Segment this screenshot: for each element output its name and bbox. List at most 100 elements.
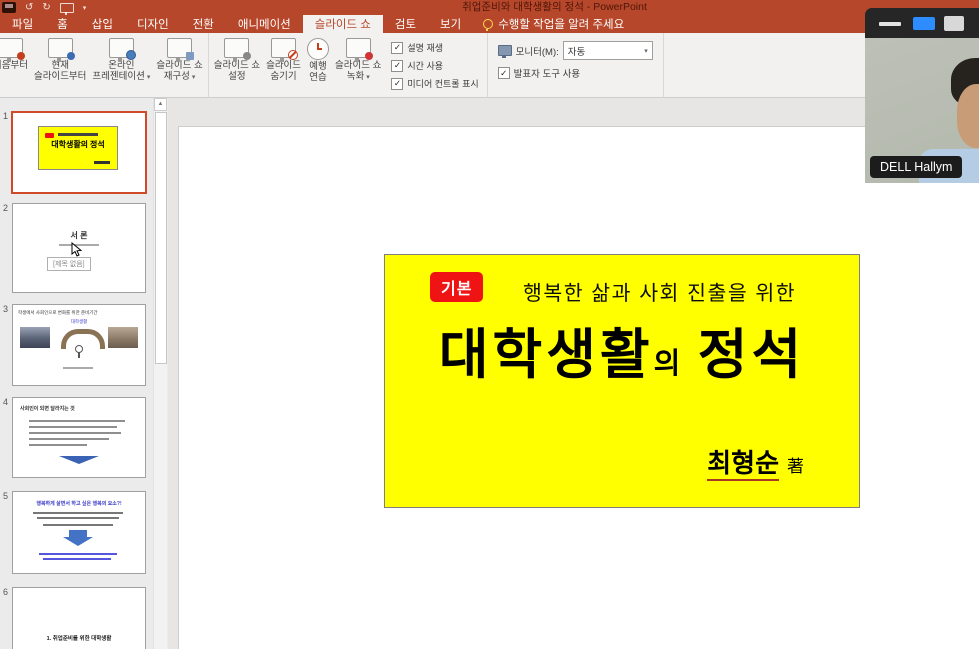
online-presentation-button[interactable]: 온라인 프레젠테이션▾ [89,35,153,83]
hide-slide-button[interactable]: 슬라이드 숨기기 [263,35,304,82]
tab-slideshow[interactable]: 슬라이드 쇼 [303,15,383,33]
presenter-view-checkbox[interactable]: ✓ 발표자 도구 사용 [498,66,653,80]
slide-tagline[interactable]: 행복한 삶과 사회 진출을 위한 [523,276,796,306]
tab-animations[interactable]: 애니메이션 [226,15,303,33]
webcam-titlebar[interactable] [865,8,979,38]
tab-file[interactable]: 파일 [0,15,45,33]
record-dot-icon [365,52,373,60]
editing-canvas: 기본 행복한 삶과 사회 진출을 위한 대학생활의 정석 최형순 著 [168,98,979,649]
mini-badge-shape [45,133,54,138]
play-narrations-checkbox[interactable]: ✓ 설명 재생 [391,41,478,54]
text-line [29,432,121,434]
rehearse-timings-button[interactable]: 예행 연습 [304,35,332,83]
monitor-dropdown[interactable]: 자동 ▾ [563,41,653,60]
use-timings-checkbox[interactable]: ✓ 시간 사용 [391,59,478,72]
record-slideshow-button[interactable]: 슬라이드 쇼 녹화▾ [332,35,384,83]
setup-checkboxes: ✓ 설명 재생 ✓ 시간 사용 ✓ 미디어 컨트롤 표시 [384,35,484,90]
record-label-2: 녹화▾ [347,72,370,84]
custom-slideshow-icon [167,38,192,58]
minimize-icon[interactable] [879,22,901,26]
undo-icon[interactable]: ↺ [25,2,33,13]
globe-accent-icon [126,50,136,60]
clock-icon [307,38,329,60]
start-slideshow-icon[interactable] [60,3,74,13]
current-slide-icon [48,38,73,58]
show-media-controls-checkbox[interactable]: ✓ 미디어 컨트롤 표시 [391,77,478,90]
slide-title-main: 대학생활 [439,325,654,385]
tab-view[interactable]: 보기 [428,15,473,33]
thumb2-title: 서 론 [13,230,145,241]
slide-title-end: 정석 [680,325,805,385]
online-label-2: 프레젠테이션▾ [92,72,150,84]
slide-title[interactable]: 대학생활의 정석 [385,315,859,409]
thumb3-label: 대학생활 [13,319,145,325]
ribbon-tabs: 파일 홈 삽입 디자인 전환 애니메이션 슬라이드 쇼 검토 보기 수행할 작업… [0,15,979,33]
play-narrations-label: 설명 재생 [407,41,443,54]
rehearse-label-1: 예행 [309,62,326,73]
scrollbar-up-icon[interactable]: ▲ [154,98,167,111]
scrollbar-thumb[interactable] [155,112,167,364]
slide-thumbnail-4[interactable]: 사회인이 되면 달라지는 것 [12,397,146,478]
thumb5-arrow-shape [69,530,87,537]
thumbnail-scrollbar[interactable]: ▲ [153,98,167,649]
slide-number: 3 [3,304,8,314]
slash-accent-icon [288,50,298,60]
setup-slideshow-button[interactable]: 슬라이드 쇼 설정 [211,35,263,82]
slide-thumbnail-3[interactable]: 학생에서 사회인으로 변화를 위한 준비기간 대학생활 [12,304,146,386]
slide-page[interactable]: 기본 행복한 삶과 사회 진출을 위한 대학생활의 정석 최형순 著 [178,126,979,649]
online-presentation-icon [109,38,134,58]
tell-me-box[interactable]: 수행할 작업을 알려 주세요 [473,15,634,33]
title-bar: ↺ ↻ ▾ 취업준비와 대학생활의 정석 - PowerPoint [0,0,979,15]
use-timings-label: 시간 사용 [407,59,443,72]
text-line [33,512,123,514]
thumb3-arch-shape [61,329,105,349]
qat-customize-caret-icon[interactable]: ▾ [83,4,87,12]
tab-transitions[interactable]: 전환 [181,15,226,33]
dropdown-caret-icon: ▾ [644,47,648,55]
custom-label-2: 재구성▾ [164,72,196,84]
monitors-column: 모니터(M): 자동 ▾ ✓ 발표자 도구 사용 [490,35,661,80]
slide-thumbnail-5[interactable]: 행복하게 살면서 하고 싶은 행복의 요소?! [12,491,146,574]
slide-number: 2 [3,203,8,213]
tab-review[interactable]: 검토 [383,15,428,33]
text-line [29,426,117,428]
rehearse-label-2: 연습 [309,73,326,84]
text-line [37,517,119,519]
text-line [39,553,117,555]
text-line [43,524,113,526]
from-beginning-button[interactable]: 처음부터 [0,35,31,72]
thumb3-photo-right [108,327,138,348]
setup-label-1: 슬라이드 쇼 [214,61,260,72]
tab-design[interactable]: 디자인 [125,15,181,33]
badge-shape[interactable]: 기본 [430,272,483,302]
checkbox-checked-icon: ✓ [391,78,403,90]
mini-slide-title: 대학생활의 정석 [39,139,117,150]
slide-thumbnail-6[interactable]: 1. 취업준비를 위한 대학생활 [12,587,146,649]
slide-number: 6 [3,587,8,597]
mouse-cursor-icon [71,242,82,257]
slide-author[interactable]: 최형순 著 [707,443,804,480]
author-name: 최형순 [707,449,779,481]
video-toggle-icon[interactable] [913,17,935,30]
yellow-title-shape[interactable]: 기본 행복한 삶과 사회 진출을 위한 대학생활의 정석 최형순 著 [384,254,860,508]
checkbox-checked-icon: ✓ [391,42,403,54]
setup-label-2: 설정 [228,72,245,83]
text-line [58,133,98,136]
tab-home[interactable]: 홈 [45,15,80,33]
author-suffix: 著 [787,457,804,476]
hide-label-2: 숨기기 [270,72,296,83]
thumb3-photo-left [20,327,50,348]
thumb4-title: 사회인이 되면 달라지는 것 [20,405,75,412]
save-icon[interactable] [2,2,16,13]
slide-thumbnail-2[interactable]: 서 론 [제목 없음] [12,203,146,293]
redo-icon[interactable]: ↻ [42,2,50,13]
text-line [29,420,125,422]
maximize-icon[interactable] [944,16,964,31]
custom-slideshow-button[interactable]: 슬라이드 쇼 재구성▾ [153,35,205,83]
tab-insert[interactable]: 삽입 [80,15,125,33]
slideshow-play-icon [0,38,23,58]
play-accent-icon [17,52,25,60]
slide-thumbnail-1[interactable]: 대학생활의 정석 [11,111,147,194]
hide-label-1: 슬라이드 [266,61,301,72]
from-current-slide-button[interactable]: 현재 슬라이드부터 [31,35,89,82]
